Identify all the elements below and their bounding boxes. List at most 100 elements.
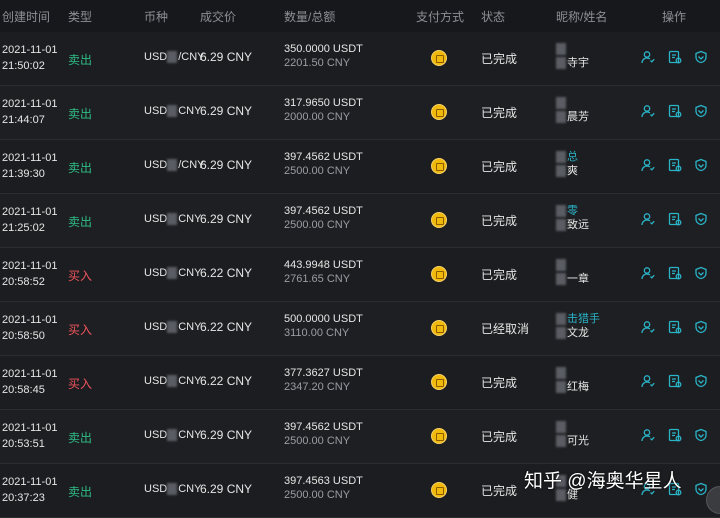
coin-icon: [431, 482, 447, 498]
coin-pair: USD CNY: [144, 267, 201, 280]
header-amount: 数量/总额: [284, 10, 336, 24]
order-status: 已完成: [481, 160, 518, 174]
order-type: 卖出: [68, 107, 93, 121]
redacted: [556, 219, 566, 232]
shield-icon[interactable]: [694, 212, 708, 226]
nickname[interactable]: [556, 42, 589, 56]
redacted: [556, 43, 566, 56]
nickname[interactable]: 总: [556, 150, 578, 164]
created-clock: 20:58:52: [2, 276, 45, 288]
user-icon[interactable]: [641, 50, 655, 64]
table-row: 2021-11-01 21:50:02 卖出 USD/CNY 6.29 CNY …: [0, 32, 720, 86]
nickname-realname: 可光: [556, 420, 589, 448]
coin-icon: [431, 50, 447, 66]
total-cny: 2500.00 CNY: [284, 165, 351, 177]
shield-icon[interactable]: [694, 320, 708, 334]
coin-icon: [431, 428, 447, 444]
created-clock: 20:58:45: [2, 384, 45, 396]
shield-icon[interactable]: [694, 266, 708, 280]
coin-quote: CNY: [178, 321, 202, 333]
coin-icon: [431, 104, 447, 120]
realname: 红梅: [556, 380, 589, 394]
shield-icon[interactable]: [694, 158, 708, 172]
order-icon[interactable]: [668, 158, 682, 172]
coin-quote: CNY: [178, 429, 202, 441]
order-type: 卖出: [68, 431, 93, 445]
amount-usdt: 397.4562 USDT: [284, 151, 363, 163]
coin-quote: CNY: [178, 483, 202, 495]
created-date: 2021-11-01: [2, 314, 58, 326]
order-icon[interactable]: [668, 50, 682, 64]
redacted: [167, 429, 178, 442]
nickname[interactable]: [556, 96, 589, 110]
user-icon[interactable]: [641, 266, 655, 280]
order-icon[interactable]: [668, 428, 682, 442]
header-name: 昵称/姓名: [556, 10, 608, 24]
created-time: 2021-11-01 20:53:51: [2, 420, 57, 452]
amount-usdt: 350.0000 USDT: [284, 43, 363, 55]
table-row: 2021-11-01 20:53:51 卖出 USD CNY 6.29 CNY 3…: [0, 410, 720, 464]
coin-icon: [431, 212, 447, 228]
user-icon[interactable]: [641, 320, 655, 334]
total-cny: 2201.50 CNY: [284, 57, 351, 69]
user-icon[interactable]: [641, 212, 655, 226]
redacted: [167, 483, 178, 496]
nickname-realname: 寺宇: [556, 42, 589, 70]
order-type: 买入: [68, 377, 93, 391]
user-icon[interactable]: [641, 428, 655, 442]
nickname[interactable]: [556, 420, 589, 434]
nickname-realname: 红梅: [556, 366, 589, 394]
trade-price: 6.29 CNY: [200, 50, 253, 64]
redacted: [556, 111, 566, 124]
realname: 文龙: [556, 326, 600, 340]
redacted: [167, 213, 178, 226]
redacted: [556, 165, 566, 178]
redacted: [167, 159, 178, 172]
trade-price: 6.22 CNY: [200, 374, 253, 388]
redacted: [556, 313, 566, 326]
created-date: 2021-11-01: [2, 206, 58, 218]
order-icon[interactable]: [668, 320, 682, 334]
coin-base: USD: [144, 267, 168, 279]
order-status: 已完成: [481, 106, 518, 120]
coin-base: USD: [144, 375, 168, 387]
created-clock: 20:58:50: [2, 330, 45, 342]
shield-icon[interactable]: [694, 104, 708, 118]
coin-icon: [431, 374, 447, 390]
realname: 可光: [556, 434, 589, 448]
shield-icon[interactable]: [694, 482, 708, 496]
redacted: [556, 97, 566, 110]
trade-price: 6.22 CNY: [200, 320, 253, 334]
amount-total: 350.0000 USDT 2201.50 CNY: [284, 42, 363, 70]
nickname[interactable]: [556, 366, 589, 380]
order-icon[interactable]: [668, 374, 682, 388]
coin-quote: CNY: [178, 105, 202, 117]
user-icon[interactable]: [641, 374, 655, 388]
total-cny: 2347.20 CNY: [284, 381, 351, 393]
created-time: 2021-11-01 21:50:02: [2, 42, 57, 74]
shield-icon[interactable]: [694, 374, 708, 388]
amount-total: 443.9948 USDT 2761.65 CNY: [284, 258, 363, 286]
order-type: 卖出: [68, 215, 93, 229]
created-time: 2021-11-01 21:44:07: [2, 96, 57, 128]
created-time: 2021-11-01 20:37:23: [2, 474, 57, 506]
header-price: 成交价: [200, 10, 237, 24]
total-cny: 2500.00 CNY: [284, 219, 351, 231]
nickname[interactable]: 击猎手: [556, 312, 600, 326]
coin-base: USD: [144, 159, 168, 171]
user-icon[interactable]: [641, 104, 655, 118]
amount-total: 397.4562 USDT 2500.00 CNY: [284, 420, 363, 448]
order-icon[interactable]: [668, 266, 682, 280]
amount-total: 397.4563 USDT 2500.00 CNY: [284, 474, 363, 502]
user-icon[interactable]: [641, 158, 655, 172]
created-time: 2021-11-01 20:58:52: [2, 258, 57, 290]
shield-icon[interactable]: [694, 50, 708, 64]
amount-usdt: 377.3627 USDT: [284, 367, 363, 379]
order-icon[interactable]: [668, 104, 682, 118]
nickname[interactable]: 零: [556, 204, 589, 218]
coin-base: USD: [144, 213, 168, 225]
shield-icon[interactable]: [694, 428, 708, 442]
nickname[interactable]: [556, 258, 589, 272]
table-header: 创建时间 类型 币种 成交价 数量/总额 支付方式 状态 昵称/姓名 操作: [0, 0, 720, 32]
order-icon[interactable]: [668, 212, 682, 226]
